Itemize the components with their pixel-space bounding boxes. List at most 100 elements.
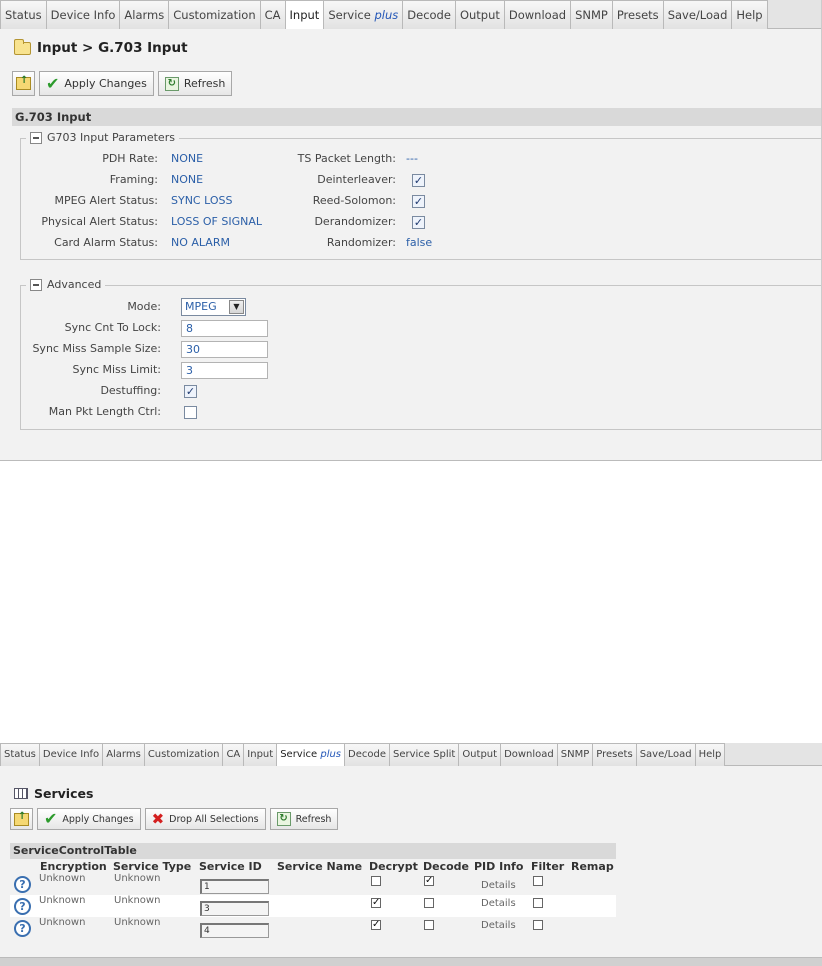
- tab-ca[interactable]: CA: [222, 743, 245, 766]
- tab-input[interactable]: Input: [284, 0, 325, 29]
- tab-save-load[interactable]: Save/Load: [662, 0, 733, 29]
- tab-label: Service Split: [393, 749, 456, 760]
- tab-decode[interactable]: Decode: [402, 0, 456, 29]
- chevron-down-icon: ▼: [229, 300, 244, 314]
- encryption-cell: Unknown: [39, 917, 86, 928]
- tab-service[interactable]: Service plus: [276, 743, 346, 766]
- up-folder-button[interactable]: [12, 71, 35, 96]
- decode-checkbox[interactable]: [424, 898, 434, 908]
- toolbar: ✔ Apply Changes ✖ Drop All Selections ↻ …: [10, 808, 339, 830]
- refresh-button[interactable]: ↻ Refresh: [269, 808, 339, 830]
- tab-help[interactable]: Help: [694, 743, 726, 766]
- tab-download[interactable]: Download: [503, 0, 572, 29]
- table-row: ? Unknown Unknown 3 ✓ Details: [10, 895, 616, 917]
- checkmark-icon: ✔: [44, 809, 58, 828]
- legend-label: Advanced: [47, 278, 102, 291]
- refresh-button[interactable]: ↻ Refresh: [157, 71, 233, 96]
- service-id-input[interactable]: 3: [200, 901, 269, 916]
- service-type-cell: Unknown: [114, 895, 161, 906]
- main-tab-bar: Status Device Info Alarms Customization CA In…: [0, 743, 822, 766]
- tab-output[interactable]: Output: [458, 743, 502, 766]
- filter-checkbox[interactable]: [533, 876, 543, 886]
- mode-select[interactable]: MPEG ▼: [181, 298, 246, 316]
- tab-label: Help: [736, 8, 763, 22]
- tab-label: Input: [247, 749, 274, 760]
- destuffing-checkbox[interactable]: ✓: [184, 385, 197, 398]
- tab-customization[interactable]: Customization: [168, 0, 261, 29]
- pid-info-link[interactable]: Details: [481, 920, 516, 931]
- collapse-icon[interactable]: [30, 131, 42, 144]
- tab-label: Download: [504, 749, 554, 760]
- tab-presets[interactable]: Presets: [592, 743, 637, 766]
- decrypt-checkbox[interactable]: ✓: [371, 898, 381, 908]
- decode-checkbox[interactable]: [424, 920, 434, 930]
- tab-service[interactable]: Service plus: [323, 0, 404, 29]
- tab-label: Decode: [407, 8, 451, 22]
- decrypt-checkbox[interactable]: ✓: [371, 920, 381, 930]
- col-filter: Filter: [531, 860, 565, 873]
- tab-download[interactable]: Download: [500, 743, 558, 766]
- decrypt-checkbox[interactable]: [371, 876, 381, 886]
- physical-alert-value: LOSS OF SIGNAL: [171, 215, 262, 228]
- tab-service-split[interactable]: Service Split: [389, 743, 460, 766]
- deinterleaver-checkbox[interactable]: ✓: [412, 174, 425, 187]
- tab-output[interactable]: Output: [454, 0, 505, 29]
- services-screen: Status Device Info Alarms Customization CA In…: [0, 743, 822, 966]
- tab-alarms[interactable]: Alarms: [119, 0, 170, 29]
- pid-info-link[interactable]: Details: [481, 880, 516, 891]
- col-decode: Decode: [423, 860, 470, 873]
- tab-label: SNMP: [575, 8, 608, 22]
- tab-ca[interactable]: CA: [259, 0, 286, 29]
- tab-alarms[interactable]: Alarms: [102, 743, 145, 766]
- services-title: Services: [34, 786, 94, 801]
- tab-customization[interactable]: Customization: [143, 743, 224, 766]
- reed-solomon-checkbox[interactable]: ✓: [412, 195, 425, 208]
- refresh-label: Refresh: [183, 77, 226, 90]
- sync-miss-limit-input[interactable]: [181, 362, 268, 379]
- tab-suffix: plus: [320, 749, 342, 760]
- apply-changes-button[interactable]: ✔ Apply Changes: [37, 808, 141, 830]
- sync-miss-sample-input[interactable]: [181, 341, 268, 358]
- help-icon[interactable]: ?: [14, 898, 31, 915]
- tab-status[interactable]: Status: [0, 743, 40, 766]
- help-icon[interactable]: ?: [14, 876, 31, 893]
- drop-all-selections-button[interactable]: ✖ Drop All Selections: [144, 808, 266, 830]
- derandomizer-checkbox[interactable]: ✓: [412, 216, 425, 229]
- help-icon[interactable]: ?: [14, 920, 31, 937]
- up-folder-button[interactable]: [10, 808, 33, 830]
- tab-decode[interactable]: Decode: [344, 743, 390, 766]
- physical-alert-label: Physical Alert Status:: [41, 215, 158, 228]
- tab-snmp[interactable]: SNMP: [570, 0, 613, 29]
- col-service-id: Service ID: [199, 860, 262, 873]
- input-parameters-legend[interactable]: G703 Input Parameters: [26, 131, 179, 144]
- col-pid-info: PID Info: [474, 860, 524, 873]
- advanced-legend[interactable]: Advanced: [26, 278, 106, 291]
- toolbar: ✔ Apply Changes ↻ Refresh: [12, 71, 233, 96]
- man-pkt-row: Man Pkt Length Ctrl:: [21, 402, 321, 422]
- tab-device-info[interactable]: Device Info: [45, 0, 121, 29]
- service-type-cell: Unknown: [114, 917, 161, 928]
- tab-label: Download: [508, 8, 567, 22]
- filter-checkbox[interactable]: [533, 920, 543, 930]
- filter-checkbox[interactable]: [533, 898, 543, 908]
- decode-checkbox[interactable]: ✓: [424, 876, 434, 886]
- man-pkt-checkbox[interactable]: [184, 406, 197, 419]
- tab-input[interactable]: Input: [243, 743, 278, 766]
- sync-cnt-input[interactable]: [181, 320, 268, 337]
- tab-presets[interactable]: Presets: [611, 0, 664, 29]
- tab-status[interactable]: Status: [0, 0, 47, 29]
- service-id-input[interactable]: 1: [200, 879, 269, 894]
- apply-changes-button[interactable]: ✔ Apply Changes: [39, 71, 154, 96]
- service-id-input[interactable]: 4: [200, 923, 269, 938]
- tab-label: Save/Load: [667, 8, 728, 22]
- pid-info-link[interactable]: Details: [481, 898, 516, 909]
- tab-save-load[interactable]: Save/Load: [635, 743, 696, 766]
- apply-changes-label: Apply Changes: [64, 77, 147, 90]
- tab-help[interactable]: Help: [731, 0, 768, 29]
- main-tab-bar: Status Device Info Alarms Customization CA In…: [0, 0, 821, 29]
- tab-snmp[interactable]: SNMP: [556, 743, 594, 766]
- tab-device-info[interactable]: Device Info: [38, 743, 104, 766]
- col-service-type: Service Type: [113, 860, 192, 873]
- tab-label: CA: [264, 8, 281, 22]
- collapse-icon[interactable]: [30, 278, 42, 291]
